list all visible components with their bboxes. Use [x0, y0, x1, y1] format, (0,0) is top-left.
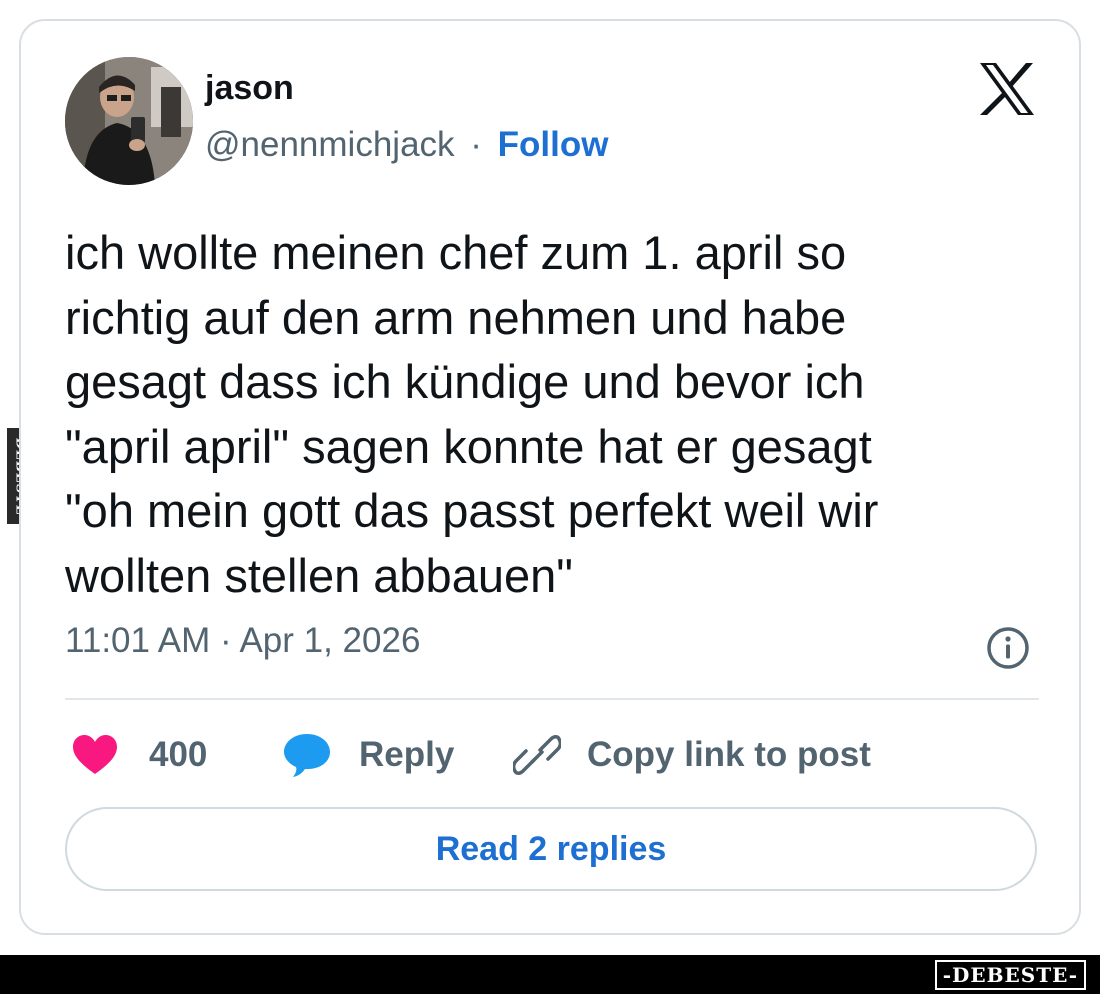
reply-button[interactable]: Reply [283, 725, 454, 785]
post-text: ich wollte meinen chef zum 1. april so r… [65, 226, 879, 602]
reply-label: Reply [359, 735, 455, 774]
display-name[interactable]: jason [205, 69, 294, 108]
reply-bubble-icon [284, 734, 330, 777]
footer-bar: -DEBESTE- [0, 955, 1100, 994]
handle[interactable]: @nennmichjack [205, 125, 455, 164]
handle-row: @nennmichjack · Follow [205, 125, 608, 165]
likes-count: 400 [149, 735, 208, 774]
separator-dot: · [470, 125, 482, 164]
avatar[interactable] [65, 57, 193, 185]
copy-link-button[interactable]: Copy link to post [513, 725, 871, 785]
read-replies-button[interactable]: Read 2 replies [65, 807, 1037, 891]
page: DEBESTE jason @nennmichjack · Follow [0, 0, 1100, 994]
link-icon [513, 735, 561, 775]
post-timestamp[interactable]: 11:01 AM · Apr 1, 2026 [65, 621, 420, 661]
copy-link-label: Copy link to post [587, 735, 871, 774]
x-logo-icon[interactable] [978, 61, 1036, 117]
follow-button[interactable]: Follow [498, 125, 609, 164]
tweet-card: jason @nennmichjack · Follow ich wollte … [19, 19, 1081, 935]
like-button[interactable]: 400 [71, 725, 207, 785]
heart-icon [73, 735, 117, 774]
debeste-logo: -DEBESTE- [934, 960, 1086, 990]
info-icon[interactable] [985, 625, 1031, 671]
divider [65, 698, 1039, 700]
actions-bar: 400 Reply Copy link to post [65, 725, 1039, 785]
avatar-image [65, 57, 193, 185]
